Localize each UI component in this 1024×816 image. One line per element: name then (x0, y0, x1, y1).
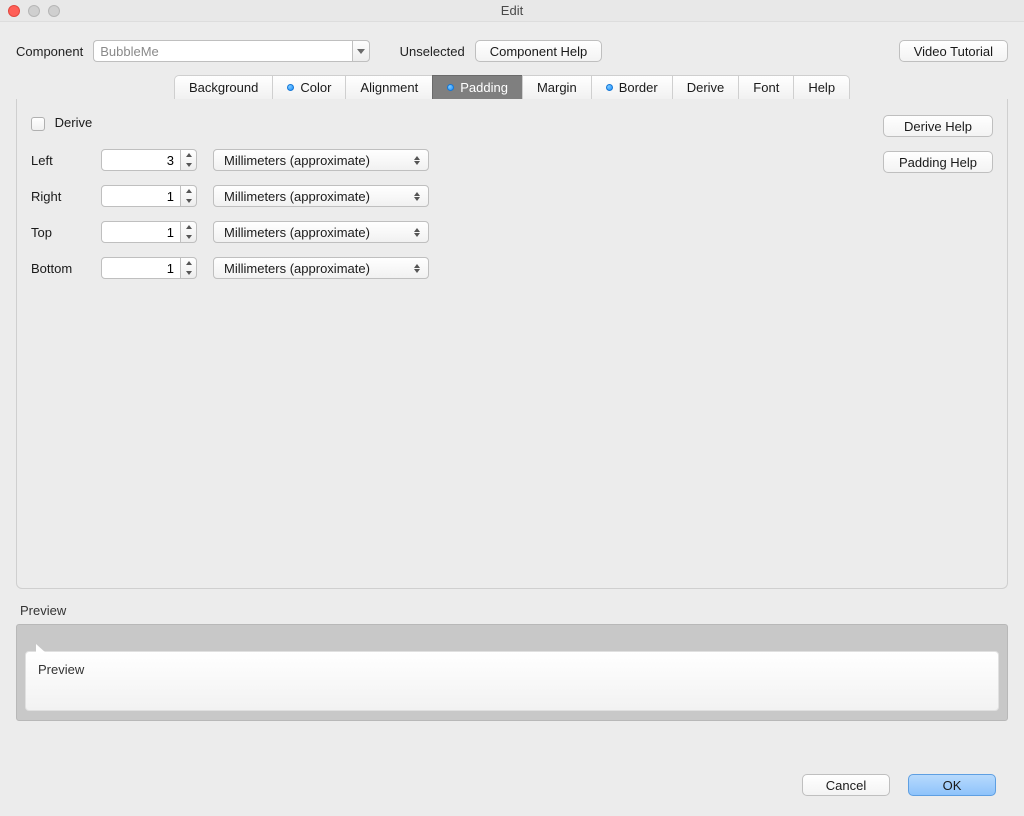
left-unit-select[interactable]: Millimeters (approximate) (213, 149, 429, 171)
derive-checkbox[interactable] (31, 117, 45, 131)
video-tutorial-button[interactable]: Video Tutorial (899, 40, 1008, 62)
tab-label: Help (808, 80, 835, 95)
right-unit-select[interactable]: Millimeters (approximate) (213, 185, 429, 207)
titlebar: Edit (0, 0, 1024, 22)
edit-window: Edit Component Unselected Component Help… (0, 0, 1024, 816)
stepper-up-icon[interactable] (181, 222, 196, 232)
derive-row: Derive (31, 115, 92, 131)
indicator-dot-icon (606, 84, 613, 91)
tabstrip: Background Color Alignment Padding Margi… (174, 75, 850, 99)
indicator-dot-icon (447, 84, 454, 91)
chevron-down-icon (357, 49, 365, 54)
stepper-down-icon[interactable] (181, 268, 196, 278)
left-spinner[interactable] (101, 149, 203, 171)
bottom-label: Bottom (31, 261, 91, 276)
component-combo[interactable] (93, 40, 369, 62)
derive-help-button[interactable]: Derive Help (883, 115, 993, 137)
tabs: Background Color Alignment Padding Margi… (16, 75, 1008, 100)
tab-background[interactable]: Background (174, 75, 272, 99)
unselected-label: Unselected (400, 44, 465, 59)
component-label: Component (16, 44, 83, 59)
select-value: Millimeters (approximate) (224, 225, 370, 240)
bottom-stepper[interactable] (181, 257, 197, 279)
stepper-down-icon[interactable] (181, 160, 196, 170)
tab-label: Alignment (360, 80, 418, 95)
preview-box: Preview (16, 624, 1008, 721)
tab-label: Color (300, 80, 331, 95)
padding-panel: Derive Derive Help Padding Help Left (16, 99, 1008, 589)
stepper-down-icon[interactable] (181, 196, 196, 206)
select-arrows-icon (412, 156, 422, 165)
tab-label: Font (753, 80, 779, 95)
derive-label: Derive (55, 115, 93, 130)
select-value: Millimeters (approximate) (224, 153, 370, 168)
preview-section-label: Preview (20, 603, 1008, 618)
select-arrows-icon (412, 228, 422, 237)
tab-border[interactable]: Border (591, 75, 672, 99)
dialog-footer: Cancel OK (802, 774, 996, 796)
preview-bubble-text: Preview (38, 662, 84, 677)
right-spinner[interactable] (101, 185, 203, 207)
top-row: Component Unselected Component Help Vide… (16, 40, 1008, 62)
component-input[interactable] (93, 40, 351, 62)
ok-button[interactable]: OK (908, 774, 996, 796)
stepper-down-icon[interactable] (181, 232, 196, 242)
padding-help-button[interactable]: Padding Help (883, 151, 993, 173)
top-unit-select[interactable]: Millimeters (approximate) (213, 221, 429, 243)
tab-color[interactable]: Color (272, 75, 345, 99)
left-input[interactable] (101, 149, 181, 171)
tab-label: Border (619, 80, 658, 95)
left-stepper[interactable] (181, 149, 197, 171)
component-help-button[interactable]: Component Help (475, 40, 603, 62)
tab-label: Margin (537, 80, 577, 95)
tab-label: Derive (687, 80, 725, 95)
tab-label: Background (189, 80, 258, 95)
content-area: Component Unselected Component Help Vide… (0, 22, 1024, 731)
tab-derive[interactable]: Derive (672, 75, 739, 99)
tab-padding[interactable]: Padding (432, 75, 522, 99)
top-stepper[interactable] (181, 221, 197, 243)
bottom-input[interactable] (101, 257, 181, 279)
bottom-unit-select[interactable]: Millimeters (approximate) (213, 257, 429, 279)
top-label: Top (31, 225, 91, 240)
top-spinner[interactable] (101, 221, 203, 243)
select-arrows-icon (412, 264, 422, 273)
tab-margin[interactable]: Margin (522, 75, 591, 99)
right-stepper[interactable] (181, 185, 197, 207)
select-arrows-icon (412, 192, 422, 201)
stepper-up-icon[interactable] (181, 150, 196, 160)
stepper-up-icon[interactable] (181, 186, 196, 196)
component-dropdown-button[interactable] (352, 40, 370, 62)
stepper-up-icon[interactable] (181, 258, 196, 268)
preview-bubble: Preview (25, 651, 999, 711)
right-label: Right (31, 189, 91, 204)
tab-alignment[interactable]: Alignment (345, 75, 432, 99)
indicator-dot-icon (287, 84, 294, 91)
window-title: Edit (0, 3, 1024, 18)
left-label: Left (31, 153, 91, 168)
select-value: Millimeters (approximate) (224, 261, 370, 276)
right-input[interactable] (101, 185, 181, 207)
tab-font[interactable]: Font (738, 75, 793, 99)
tab-help[interactable]: Help (793, 75, 850, 99)
cancel-button[interactable]: Cancel (802, 774, 890, 796)
top-input[interactable] (101, 221, 181, 243)
bottom-spinner[interactable] (101, 257, 203, 279)
tab-label: Padding (460, 80, 508, 95)
select-value: Millimeters (approximate) (224, 189, 370, 204)
